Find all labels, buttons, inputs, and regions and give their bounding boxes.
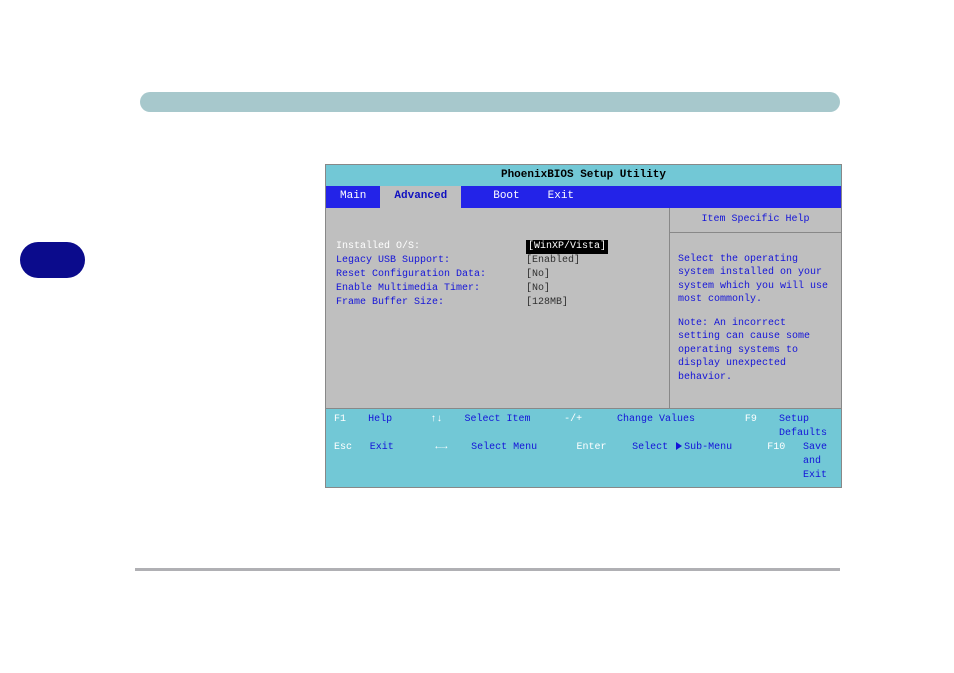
triangle-right-icon	[676, 442, 682, 450]
setting-value: [Enabled]	[526, 254, 580, 268]
key-f9: F9	[745, 413, 773, 427]
setting-value: [128MB]	[526, 296, 568, 310]
key-f1: F1	[334, 413, 362, 427]
tab-boot[interactable]: Boot	[479, 186, 533, 207]
setting-row[interactable]: Frame Buffer Size: [128MB]	[336, 296, 659, 310]
setup-defaults-label: Setup Defaults	[779, 413, 827, 441]
help-text: Select the operating system installed on…	[678, 253, 833, 307]
setting-label: Frame Buffer Size:	[336, 296, 526, 310]
select-menu-label: Select Menu	[471, 441, 570, 455]
select-item-label: Select Item	[464, 413, 558, 427]
arrows-up-down-icon: ↑↓	[430, 413, 458, 427]
key-esc-label: Exit	[370, 441, 430, 455]
page-header-bar	[140, 92, 840, 112]
setting-row[interactable]: Reset Configuration Data: [No]	[336, 268, 659, 282]
key-esc: Esc	[334, 441, 364, 455]
help-body: Select the operating system installed on…	[670, 233, 841, 408]
tab-exit[interactable]: Exit	[534, 186, 588, 207]
side-badge	[20, 242, 85, 278]
tab-main[interactable]: Main	[326, 186, 380, 207]
arrows-left-right-icon: ←→	[435, 441, 465, 455]
key-enter: Enter	[576, 441, 626, 455]
setting-label: Reset Configuration Data:	[336, 268, 526, 282]
bios-title: PhoenixBIOS Setup Utility	[326, 165, 841, 186]
setting-row[interactable]: Installed O/S: [WinXP/Vista]	[336, 240, 659, 254]
select-submenu-label: Select Sub-Menu	[632, 441, 761, 455]
page-footer-line	[135, 568, 840, 571]
setting-label: Legacy USB Support:	[336, 254, 526, 268]
setting-row[interactable]: Enable Multimedia Timer: [No]	[336, 282, 659, 296]
bios-help-panel: Item Specific Help Select the operating …	[669, 208, 841, 408]
setting-value: [WinXP/Vista]	[526, 240, 608, 254]
save-exit-label: Save and Exit	[803, 441, 827, 483]
key-f10: F10	[767, 441, 797, 455]
bios-body: Installed O/S: [WinXP/Vista] Legacy USB …	[326, 208, 841, 408]
setting-row[interactable]: Legacy USB Support: [Enabled]	[336, 254, 659, 268]
footer-row-1: F1 Help ↑↓ Select Item -/+ Change Values…	[334, 413, 833, 441]
footer-row-2: Esc Exit ←→ Select Menu Enter Select Sub…	[334, 441, 833, 483]
setting-label: Installed O/S:	[336, 240, 526, 254]
bios-settings-panel: Installed O/S: [WinXP/Vista] Legacy USB …	[326, 208, 669, 408]
help-title: Item Specific Help	[670, 208, 841, 233]
key-minus-plus: -/+	[564, 413, 611, 427]
bios-footer: F1 Help ↑↓ Select Item -/+ Change Values…	[326, 408, 841, 487]
key-f1-label: Help	[368, 413, 424, 427]
setting-value: [No]	[526, 268, 550, 282]
tab-advanced[interactable]: Advanced	[380, 186, 461, 207]
select-text: Select	[632, 442, 668, 453]
change-values-label: Change Values	[617, 413, 739, 427]
bios-menu-bar: Main Advanced Boot Exit	[326, 186, 841, 207]
setting-value: [No]	[526, 282, 550, 296]
bios-window: PhoenixBIOS Setup Utility Main Advanced …	[325, 164, 842, 488]
submenu-text: Sub-Menu	[684, 442, 732, 453]
setting-label: Enable Multimedia Timer:	[336, 282, 526, 296]
help-note: Note: An incorrect setting can cause som…	[678, 317, 833, 385]
